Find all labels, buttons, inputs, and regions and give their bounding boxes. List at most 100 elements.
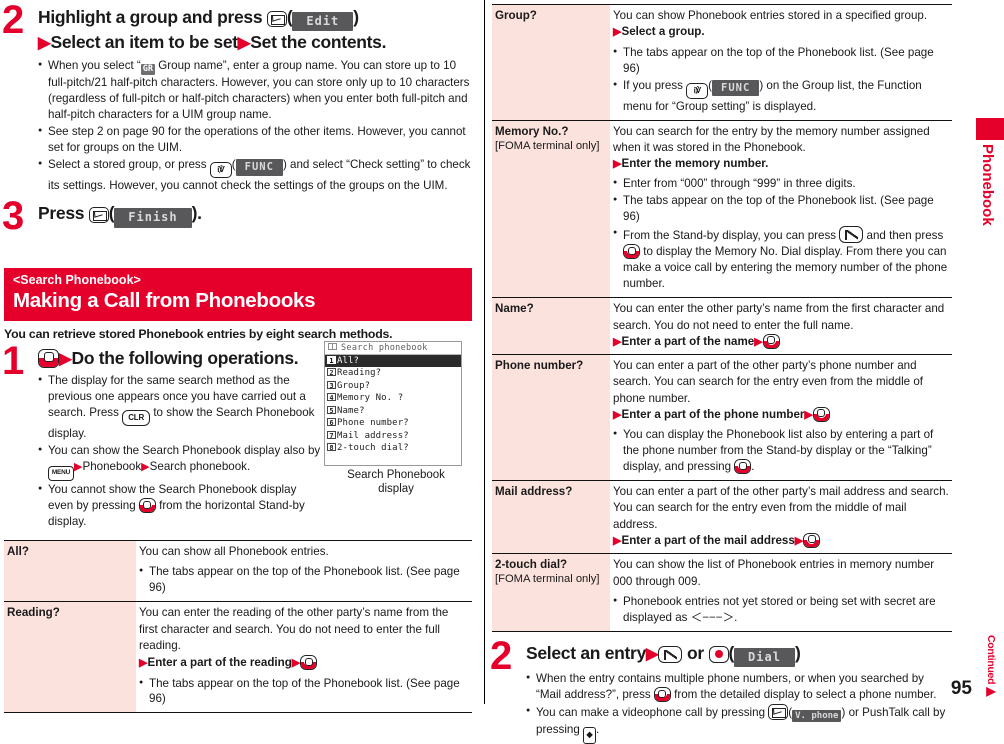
step-3-tail: ). (191, 203, 202, 224)
list-item: You can make a videophone call by pressi… (526, 704, 952, 744)
right-column: Group? You can show Phonebook entries st… (488, 0, 956, 744)
step-3-block: 3 Press (Finish). (2, 196, 472, 236)
action-text: Enter the memory number. (621, 157, 769, 171)
step-2-sub-b: Set the contents. (250, 32, 387, 53)
desc-notes: The tabs appear on the top of the Phoneb… (139, 676, 469, 708)
step-2-block: 2 Highlight a group and press (Edit) ▶Se… (2, 0, 472, 194)
side-tab-block (976, 118, 1004, 140)
list-item: You cannot show the Search Phonebook dis… (38, 482, 322, 530)
list-item: If you press i℣(FUNC) on the Group list,… (613, 78, 949, 115)
method-desc-cell: You can show the list of Phonebook entri… (610, 553, 952, 632)
step-number: 2 (2, 0, 24, 42)
item-label: Mail address? (337, 430, 409, 441)
list-item: The tabs appear on the top of the Phoneb… (613, 193, 949, 225)
screen-capture-figure: Search phonebook 1 All? 2 Reading? 3 Group?… (324, 340, 468, 497)
list-item: You can display the Phonebook list also … (613, 427, 949, 475)
desc-notes: The tabs appear on the top of the Phoneb… (613, 45, 949, 115)
list-item: Enter from “000” through “999” in three … (613, 176, 949, 192)
desc-action: ▶Select a group. (613, 24, 949, 40)
item-number: 3 (327, 380, 336, 390)
note-text: Phonebook entries not yet stored or bein… (623, 594, 936, 624)
call-key-icon (839, 226, 864, 244)
list-item: 6 Phone number? (325, 417, 461, 430)
list-item: 7 Mail address? (325, 430, 461, 443)
step-2-right-text: Select an entry (526, 642, 646, 663)
step-3-text: Press (38, 203, 85, 224)
note-text-post: from the detailed display to select a ph… (670, 688, 937, 702)
table-row: Mail address? You can enter a part of th… (492, 480, 952, 554)
navigation-key-icon (812, 406, 830, 422)
desc-line: You can show Phonebook entries stored in… (613, 9, 928, 22)
list-item: 3 Group? (325, 380, 461, 393)
item-label: Group? (337, 380, 371, 391)
table-row: Group? You can show Phonebook entries st… (492, 4, 952, 121)
list-item: 4 Memory No. ? (325, 392, 461, 405)
step-3-heading: Press (Finish). (38, 202, 472, 228)
method-name: All? (7, 545, 29, 559)
func-key-icon: i℣ (209, 162, 232, 179)
action-text: Enter a part of the phone number (621, 407, 805, 421)
column-divider (484, 0, 485, 704)
list-item: Phonebook entries not yet stored or bein… (613, 594, 949, 626)
note-text: See step 2 on page 90 for the operations… (48, 125, 466, 155)
desc-line: You can show the list of Phonebook entri… (613, 558, 935, 588)
list-item: When you select “GR Group name”, enter a… (38, 58, 472, 124)
list-item: The tabs appear on the top of the Phoneb… (139, 564, 469, 596)
arrow-icon: ▶ (794, 534, 804, 547)
note-text-pre: Select a stored group, or press (48, 158, 210, 172)
method-desc-cell: You can search for the entry by the memo… (610, 119, 952, 298)
item-number: 1 (327, 355, 336, 365)
method-desc-cell: You can show Phonebook entries stored in… (610, 4, 952, 121)
navigation-key-icon (623, 244, 640, 260)
item-label: All? (337, 355, 360, 366)
item-label: Phone number? (337, 418, 409, 429)
action-text: Select a group. (621, 25, 705, 39)
item-label: Name? (337, 405, 365, 416)
mail-key-icon (266, 11, 287, 27)
table-row: Name? You can enter the other party’s na… (492, 297, 952, 355)
side-tab: Phonebook (976, 118, 1004, 226)
note-text-pre: You can make a videophone call by pressi… (536, 706, 769, 720)
note-text-pre: You can display the Phonebook list also … (623, 428, 934, 474)
call-key-icon (658, 645, 683, 663)
item-label: Reading? (337, 368, 382, 379)
method-name-cell: Group? (492, 4, 610, 121)
softkey-dial: Dial (734, 647, 795, 668)
figure-caption-line1: Search Phonebook (347, 468, 445, 481)
item-number: 2 (327, 368, 336, 377)
step-number: 1 (2, 338, 24, 383)
step-1-block: 1 ▶Do the following operations. The disp… (2, 341, 322, 530)
navigation-key-icon (803, 532, 821, 548)
continued-text: Continued (985, 635, 997, 685)
figure-caption: Search Phonebook display (324, 468, 468, 497)
page-title: Making a Call from Phonebooks (13, 289, 316, 313)
desc-line: You can enter a part of the other party’… (613, 359, 923, 405)
item-label: 2-touch dial? (337, 443, 409, 454)
step-2-right-heading: Select an entry▶ or (Dial) (526, 642, 952, 668)
table-row: Reading? You can enter the reading of th… (4, 601, 472, 714)
desc-action: ▶Enter the memory number. (613, 156, 949, 172)
continued-label: Continued▶ (984, 635, 998, 698)
mail-key-icon (768, 704, 789, 721)
step-1-notes: The display for the same search method a… (38, 373, 322, 530)
note-text: The tabs appear on the top of the Phoneb… (149, 565, 460, 595)
list-item: When the entry contains multiple phone n… (526, 671, 952, 703)
desc-notes: You can display the Phonebook list also … (613, 427, 949, 475)
step-number: 3 (2, 194, 24, 239)
method-name: Name? (495, 302, 534, 316)
softkey-finish: Finish (114, 208, 192, 228)
note-text-pre: When you select “ (48, 58, 141, 72)
item-number: 4 (327, 393, 336, 402)
item-number: 5 (327, 405, 336, 415)
note-text: The tabs appear on the top of the Phoneb… (149, 676, 460, 706)
arrow-icon: ▶ (38, 33, 51, 53)
step-2-right-block: 2 Select an entry▶ or (Dial) When the en… (490, 636, 952, 744)
note-text-post: to display the Memory No. Dial display. … (623, 245, 948, 291)
navigation-key-icon (38, 348, 59, 368)
arrow-icon: ▶ (754, 335, 763, 348)
list-item: You can show the Search Phonebook displa… (38, 443, 322, 482)
section-header: <Search Phonebook> Making a Call from Ph… (4, 267, 472, 321)
section-subtitle: <Search Phonebook> (13, 272, 141, 287)
list-item: The display for the same search method a… (38, 373, 322, 442)
continued-arrow-icon: ▶ (984, 684, 998, 698)
